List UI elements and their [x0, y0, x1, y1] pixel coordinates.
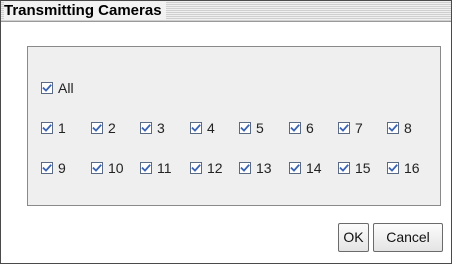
camera-checkbox-5[interactable]: 5	[239, 120, 264, 136]
camera-checkbox-11[interactable]: 11	[140, 160, 172, 176]
cancel-button[interactable]: Cancel	[373, 223, 443, 252]
camera-checkbox-1[interactable]: 1	[41, 120, 66, 136]
ok-button[interactable]: OK	[338, 223, 369, 252]
camera-checkbox-9[interactable]: 9	[41, 160, 66, 176]
checkbox-checked-icon[interactable]	[140, 162, 152, 174]
camera-label: 16	[404, 160, 420, 176]
checkbox-checked-icon[interactable]	[338, 162, 350, 174]
camera-checkbox-4[interactable]: 4	[190, 120, 215, 136]
checkbox-checked-icon[interactable]	[338, 122, 350, 134]
camera-checkbox-14[interactable]: 14	[289, 160, 322, 176]
checkbox-checked-icon[interactable]	[289, 122, 301, 134]
checkbox-checked-icon[interactable]	[41, 162, 53, 174]
camera-checkbox-15[interactable]: 15	[338, 160, 371, 176]
camera-label: 5	[256, 120, 264, 136]
camera-checkbox-7[interactable]: 7	[338, 120, 363, 136]
checkbox-checked-icon[interactable]	[387, 162, 399, 174]
checkbox-checked-icon[interactable]	[289, 162, 301, 174]
checkbox-checked-icon[interactable]	[91, 162, 103, 174]
checkbox-checked-icon[interactable]	[239, 162, 251, 174]
camera-label: 2	[108, 120, 116, 136]
camera-label: 7	[355, 120, 363, 136]
camera-checkbox-10[interactable]: 10	[91, 160, 124, 176]
all-cameras-label: All	[58, 80, 74, 96]
checkbox-checked-icon[interactable]	[239, 122, 251, 134]
camera-label: 15	[355, 160, 371, 176]
title-bar[interactable]: Transmitting Cameras	[1, 1, 451, 22]
all-cameras-checkbox[interactable]: All	[41, 80, 74, 96]
camera-label: 1	[58, 120, 66, 136]
camera-label: 10	[108, 160, 124, 176]
camera-checkbox-12[interactable]: 12	[190, 160, 223, 176]
dialog-title: Transmitting Cameras	[4, 2, 166, 20]
transmitting-cameras-dialog: Transmitting Cameras All 1 2 3 4 5 6 7 8…	[0, 0, 452, 264]
camera-checkbox-6[interactable]: 6	[289, 120, 314, 136]
camera-label: 12	[207, 160, 223, 176]
camera-checkbox-3[interactable]: 3	[140, 120, 165, 136]
checkbox-checked-icon[interactable]	[190, 162, 202, 174]
camera-label: 9	[58, 160, 66, 176]
camera-checkbox-8[interactable]: 8	[387, 120, 412, 136]
camera-checkbox-2[interactable]: 2	[91, 120, 116, 136]
camera-label: 3	[157, 120, 165, 136]
camera-label: 6	[306, 120, 314, 136]
checkbox-checked-icon[interactable]	[387, 122, 399, 134]
checkbox-checked-icon[interactable]	[91, 122, 103, 134]
camera-selection-group: All 1 2 3 4 5 6 7 8 9 10 11 12 13 14 15 …	[27, 46, 441, 206]
camera-label: 13	[256, 160, 272, 176]
camera-label: 4	[207, 120, 215, 136]
camera-label: 11	[157, 160, 172, 176]
checkbox-checked-icon[interactable]	[140, 122, 152, 134]
checkbox-checked-icon[interactable]	[190, 122, 202, 134]
camera-label: 8	[404, 120, 412, 136]
camera-checkbox-16[interactable]: 16	[387, 160, 420, 176]
checkbox-checked-icon[interactable]	[41, 122, 53, 134]
camera-checkbox-13[interactable]: 13	[239, 160, 272, 176]
camera-label: 14	[306, 160, 322, 176]
checkbox-checked-icon[interactable]	[41, 82, 53, 94]
